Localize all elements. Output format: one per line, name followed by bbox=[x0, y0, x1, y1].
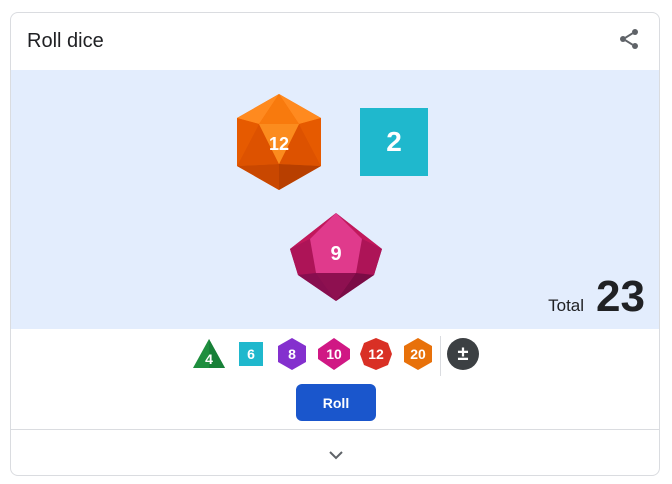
add-d4-button[interactable]: 4 bbox=[191, 336, 227, 372]
rolled-d10-die[interactable]: 9 bbox=[288, 211, 384, 303]
total-value: 23 bbox=[596, 272, 645, 321]
share-icon[interactable] bbox=[617, 27, 641, 51]
dice-roller-card: Roll dice 12 2 9 Total 23 4 6 8 10 12 20… bbox=[10, 12, 660, 476]
total-display: Total 23 bbox=[548, 275, 645, 319]
add-d20-button[interactable]: 20 bbox=[400, 336, 436, 372]
card-title: Roll dice bbox=[27, 30, 104, 52]
add-d8-button[interactable]: 8 bbox=[274, 336, 310, 372]
roll-button[interactable]: Roll bbox=[296, 384, 376, 421]
add-d6-button[interactable]: 6 bbox=[233, 336, 269, 372]
footer-divider bbox=[11, 429, 659, 430]
dice-picker: 4 6 8 10 12 20 ± bbox=[11, 336, 659, 376]
dice-result-area: 12 2 9 Total 23 bbox=[11, 70, 659, 329]
rolled-d20-die[interactable]: 12 bbox=[235, 92, 323, 192]
add-d10-button[interactable]: 10 bbox=[316, 336, 352, 372]
add-d12-button[interactable]: 12 bbox=[358, 336, 394, 372]
rolled-d6-die[interactable]: 2 bbox=[360, 108, 428, 176]
picker-divider bbox=[440, 336, 441, 376]
card-header: Roll dice bbox=[11, 13, 659, 70]
modifier-button[interactable]: ± bbox=[445, 336, 481, 372]
chevron-down-icon[interactable] bbox=[324, 443, 348, 467]
total-label: Total bbox=[548, 296, 585, 315]
